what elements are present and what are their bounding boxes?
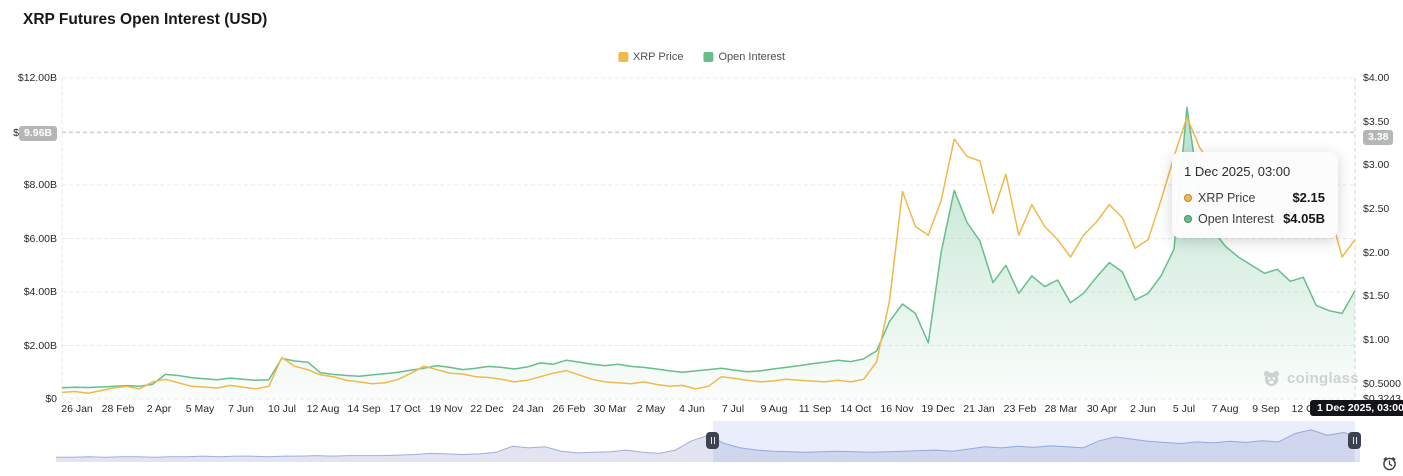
navigator-right-handle[interactable] bbox=[1348, 432, 1361, 449]
open-interest-swatch-icon bbox=[703, 52, 714, 62]
xrp-price-swatch-icon bbox=[617, 52, 628, 62]
x-axis-tick: 19 Dec bbox=[921, 403, 955, 415]
tooltip-date: 1 Dec 2025, 03:00 bbox=[1184, 164, 1291, 179]
x-axis-tick: 2 Jun bbox=[1130, 403, 1156, 415]
time-settings-button[interactable] bbox=[1381, 455, 1398, 472]
x-axis-tick: 7 Aug bbox=[1211, 403, 1239, 415]
legend-item-xrp-price[interactable]: XRP Price bbox=[617, 51, 684, 63]
navigator-selected-range[interactable] bbox=[713, 421, 1355, 462]
watermark: coinglass bbox=[1262, 369, 1359, 388]
watermark-text: coinglass bbox=[1287, 370, 1359, 387]
right-axis-tick: $3.00 bbox=[1363, 159, 1390, 172]
coinglass-logo-icon bbox=[1263, 370, 1280, 387]
x-axis-tick: 28 Feb bbox=[101, 403, 135, 415]
x-axis-tick: 21 Jan bbox=[963, 403, 995, 415]
x-axis-tick: 5 Jul bbox=[1172, 403, 1196, 415]
x-axis-tick: 17 Oct bbox=[389, 403, 421, 415]
legend-item-open-interest[interactable]: Open Interest bbox=[703, 51, 785, 63]
tooltip-row-open-interest: Open Interest $4.05B bbox=[1184, 211, 1325, 226]
page-title: XRP Futures Open Interest (USD) bbox=[23, 11, 268, 28]
legend-label: XRP Price bbox=[632, 51, 684, 63]
x-axis-tick: 23 Feb bbox=[1003, 403, 1037, 415]
left-axis-tick: $2.00B bbox=[23, 339, 57, 352]
x-axis-tick: 30 Apr bbox=[1086, 403, 1118, 415]
x-axis-tick: 9 Aug bbox=[760, 403, 788, 415]
x-axis-tick: 2 May bbox=[636, 403, 666, 415]
right-axis-tick: $4.00 bbox=[1363, 72, 1390, 84]
tooltip: 1 Dec 2025, 03:00 XRP Price $2.15 Open I… bbox=[1172, 152, 1338, 238]
x-axis-tick: 22 Dec bbox=[470, 403, 504, 415]
x-axis-tick: 26 Jan bbox=[61, 403, 93, 415]
crosshair-right-axis-badge: 3.38 bbox=[1363, 127, 1394, 145]
x-axis-tick: 9 Sep bbox=[1252, 403, 1280, 415]
x-axis-tick: 2 Apr bbox=[146, 403, 172, 415]
x-axis-tick: 16 Nov bbox=[880, 403, 914, 415]
x-axis-tick: 14 Sep bbox=[347, 403, 381, 415]
right-axis-tick: $0.5000 bbox=[1363, 377, 1401, 390]
x-axis-tick: 4 Jun bbox=[679, 403, 705, 415]
chart-container: XRP Futures Open Interest (USD) XRP Pric… bbox=[0, 0, 1403, 476]
x-axis-tick: 24 Jan bbox=[512, 403, 544, 415]
left-axis-tick: $4.00B bbox=[23, 286, 57, 298]
right-axis-tick: $2.00 bbox=[1363, 246, 1390, 259]
clock-icon bbox=[1383, 457, 1396, 471]
xrp-price-dot-icon bbox=[1184, 193, 1192, 202]
left-axis-tick: $6.00B bbox=[23, 232, 57, 245]
x-axis-tick: 26 Feb bbox=[552, 403, 586, 415]
legend-label: Open Interest bbox=[718, 51, 786, 63]
x-axis-tick: 7 Jun bbox=[228, 403, 254, 415]
x-axis-tick: 11 Sep bbox=[798, 403, 832, 415]
tooltip-row-xrp-price: XRP Price $2.15 bbox=[1184, 190, 1325, 205]
x-axis-tick: 28 Mar bbox=[1044, 403, 1078, 415]
legend: XRP Price Open Interest bbox=[617, 51, 785, 63]
left-axis-tick: $12.00B bbox=[17, 72, 57, 84]
right-axis-tick: $3.50 bbox=[1363, 115, 1390, 128]
x-axis-tick: 30 Mar bbox=[593, 403, 627, 415]
crosshair-left-axis-badge: $9.96B bbox=[13, 126, 57, 141]
x-axis-tick: 5 May bbox=[185, 403, 215, 415]
x-axis-tick: 14 Oct bbox=[840, 403, 872, 415]
right-axis-tick: $1.00 bbox=[1363, 333, 1390, 346]
x-axis-tick: 19 Nov bbox=[429, 403, 463, 415]
navigator-left-handle[interactable] bbox=[706, 432, 719, 449]
left-axis-tick: $0 bbox=[45, 393, 57, 405]
x-axis-tick: 12 Aug bbox=[306, 403, 340, 415]
x-axis-tick: 7 Jul bbox=[721, 403, 745, 415]
left-axis-tick: $8.00B bbox=[23, 179, 57, 191]
x-axis-tick: 10 Jul bbox=[267, 403, 297, 415]
open-interest-dot-icon bbox=[1184, 214, 1192, 223]
crosshair-date-badge: 1 Dec 2025, 03:00 bbox=[1310, 400, 1403, 416]
right-axis-tick: $1.50 bbox=[1363, 290, 1390, 303]
right-axis-tick: $2.50 bbox=[1363, 202, 1390, 215]
